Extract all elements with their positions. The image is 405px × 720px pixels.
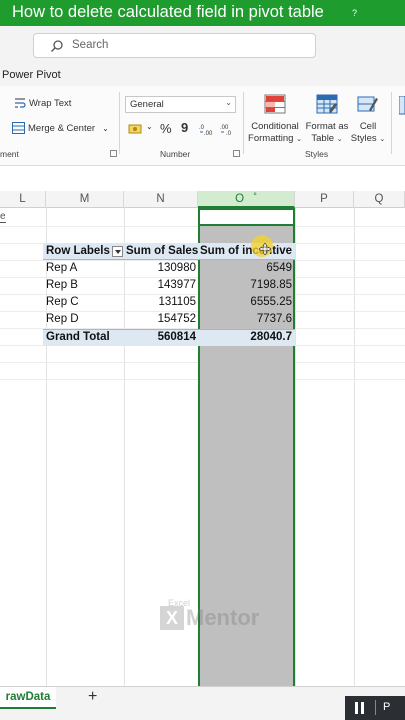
player-controls: P bbox=[345, 696, 405, 720]
watermark-text: Mentor bbox=[186, 605, 260, 630]
percent-style-button[interactable]: % bbox=[160, 121, 172, 136]
pivot-incentive-value[interactable]: 6555.25 bbox=[198, 294, 292, 311]
add-sheet-button[interactable]: + bbox=[88, 688, 97, 706]
insert-cells-icon[interactable] bbox=[399, 96, 405, 116]
pivot-row-labels-header[interactable]: Row Labels bbox=[46, 243, 110, 260]
video-title-bar: How to delete calculated field in pivot … bbox=[0, 0, 405, 26]
pivot-sales-value[interactable]: 154752 bbox=[124, 311, 196, 328]
pivot-grand-total-sales[interactable]: 560814 bbox=[124, 329, 196, 346]
column-header-o-label: O bbox=[235, 193, 245, 205]
cell-styles-label-1: Cell bbox=[359, 121, 377, 132]
sheet-tab-rawdata[interactable]: rawData bbox=[0, 687, 56, 709]
pivot-sum-of-incentive-header[interactable]: Sum of incentive bbox=[200, 243, 292, 260]
gridline bbox=[295, 208, 296, 686]
resize-handle-icon[interactable]: ° bbox=[253, 191, 257, 201]
pivot-sum-of-sales-header[interactable]: Sum of Sales bbox=[126, 243, 198, 260]
pivot-incentive-value[interactable]: 7737.6 bbox=[198, 311, 292, 328]
pivot-row-label[interactable]: Rep C bbox=[46, 294, 79, 311]
chevron-down-icon[interactable]: ⌄ bbox=[102, 124, 109, 133]
column-header-n[interactable]: N bbox=[124, 191, 198, 208]
svg-text:.00: .00 bbox=[204, 131, 213, 135]
format-as-table-label-2: Table bbox=[311, 133, 335, 144]
accounting-format-icon[interactable] bbox=[128, 123, 144, 135]
alignment-group-label: ment bbox=[0, 149, 19, 159]
search-icon bbox=[51, 40, 63, 52]
ribbon: Wrap Text Merge & Center ⌄ ment General … bbox=[0, 86, 405, 166]
format-as-table-label-1: Format as bbox=[305, 121, 349, 132]
pivot-row-label[interactable]: Rep D bbox=[46, 311, 79, 328]
player-label: P bbox=[383, 701, 391, 713]
filter-dropdown-icon[interactable] bbox=[112, 246, 123, 257]
pause-icon[interactable] bbox=[355, 702, 365, 714]
wrap-text-label: Wrap Text bbox=[29, 97, 72, 109]
format-as-table-button[interactable]: Format as Table ⌄ bbox=[305, 94, 349, 146]
merge-center-icon bbox=[12, 122, 25, 134]
column-header-p[interactable]: P bbox=[295, 191, 354, 208]
svg-text:.0: .0 bbox=[226, 131, 232, 135]
watermark-mark: X bbox=[160, 606, 184, 630]
merge-center-label: Merge & Center bbox=[28, 122, 96, 134]
active-cell[interactable] bbox=[198, 208, 295, 226]
column-header-m[interactable]: M bbox=[46, 191, 124, 208]
number-format-value: General bbox=[130, 99, 164, 110]
pivot-row-label[interactable]: Rep B bbox=[46, 277, 78, 294]
cell-styles-label-2: Styles bbox=[350, 133, 377, 144]
column-headers: L M N O ° P Q bbox=[0, 191, 405, 208]
video-title: How to delete calculated field in pivot … bbox=[12, 3, 324, 21]
column-header-l[interactable]: L bbox=[0, 191, 46, 208]
pivot-incentive-value[interactable]: 6549 bbox=[198, 260, 292, 277]
pivot-sales-value[interactable]: 131105 bbox=[124, 294, 196, 311]
search-area: Search bbox=[0, 26, 405, 66]
styles-group-label: Styles bbox=[305, 149, 329, 159]
pivot-incentive-value[interactable]: 7198.85 bbox=[198, 277, 292, 294]
chevron-down-icon[interactable]: ⌄ bbox=[146, 122, 153, 131]
pivot-row-label[interactable]: Rep A bbox=[46, 260, 77, 277]
ribbon-tab-strip: Power Pivot bbox=[0, 66, 405, 86]
video-title-suffix: ? bbox=[352, 8, 358, 18]
formula-bar-area bbox=[0, 166, 405, 191]
chevron-down-icon: ⌄ bbox=[336, 136, 343, 143]
wrap-text-button[interactable]: Wrap Text bbox=[14, 97, 71, 109]
pivot-grand-total-incentive[interactable]: 28040.7 bbox=[198, 329, 292, 346]
chevron-down-icon: ⌄ bbox=[379, 136, 386, 143]
format-as-table-icon bbox=[316, 94, 338, 114]
separator bbox=[375, 700, 376, 715]
cell-styles-button[interactable]: Cell Styles ⌄ bbox=[349, 94, 387, 146]
merge-center-button[interactable]: Merge & Center ⌄ bbox=[12, 122, 109, 134]
move-cursor-icon bbox=[259, 243, 271, 255]
separator bbox=[391, 92, 392, 154]
conditional-formatting-label-2: Formatting bbox=[248, 133, 294, 144]
conditional-formatting-button[interactable]: Conditional Formatting ⌄ bbox=[247, 94, 303, 146]
chevron-down-icon: ⌄ bbox=[296, 136, 302, 143]
column-header-q[interactable]: Q bbox=[354, 191, 405, 208]
cell-l-fragment: e bbox=[0, 211, 6, 223]
tab-power-pivot[interactable]: Power Pivot bbox=[2, 69, 61, 81]
conditional-formatting-label-1: Conditional bbox=[251, 121, 299, 132]
gridline bbox=[354, 208, 355, 686]
conditional-formatting-icon bbox=[264, 94, 286, 114]
chevron-down-icon: ⌄ bbox=[225, 98, 232, 107]
pivot-grand-total-label[interactable]: Grand Total bbox=[46, 329, 110, 346]
column-header-o[interactable]: O ° bbox=[198, 191, 295, 208]
pivot-sales-value[interactable]: 143977 bbox=[124, 277, 196, 294]
decrease-decimal-icon[interactable]: .00 .0 bbox=[220, 123, 234, 135]
alignment-launcher-icon[interactable] bbox=[110, 150, 117, 157]
wrap-text-icon bbox=[15, 98, 26, 108]
search-input[interactable]: Search bbox=[33, 33, 316, 58]
separator bbox=[119, 92, 120, 154]
number-format-select[interactable]: General ⌄ bbox=[125, 96, 236, 113]
number-group-label: Number bbox=[160, 149, 191, 159]
separator bbox=[243, 92, 244, 154]
comma-style-button[interactable]: 9 bbox=[181, 120, 188, 135]
search-placeholder: Search bbox=[72, 39, 109, 51]
cell-styles-icon bbox=[357, 96, 378, 112]
increase-decimal-icon[interactable]: .0 .00 bbox=[199, 123, 213, 135]
number-launcher-icon[interactable] bbox=[233, 150, 240, 157]
pivot-sales-value[interactable]: 130980 bbox=[124, 260, 196, 277]
